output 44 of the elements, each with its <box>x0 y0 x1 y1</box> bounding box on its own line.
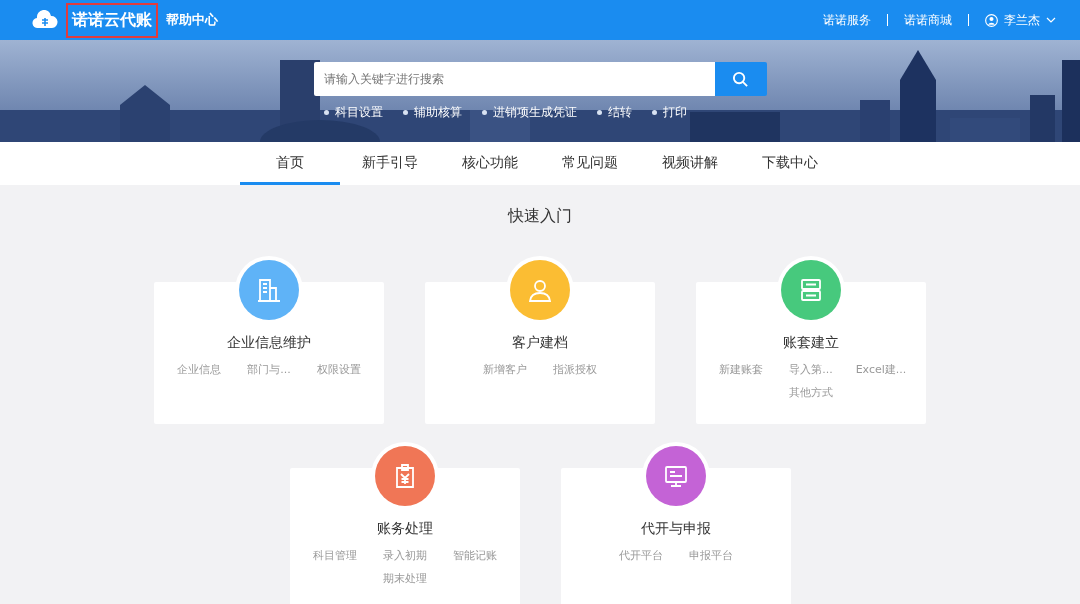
card-link[interactable]: 代开平台 <box>605 548 676 563</box>
nav-tab[interactable]: 下载中心 <box>740 142 840 185</box>
header-link[interactable]: 诺诺服务 <box>823 11 871 29</box>
user-menu[interactable]: 李兰杰 <box>1004 11 1040 29</box>
nav-tab[interactable]: 视频讲解 <box>640 142 740 185</box>
nav-tab[interactable]: 新手引导 <box>340 142 440 185</box>
quick-link[interactable]: 结转 <box>596 104 632 121</box>
card-link[interactable]: Excel建... <box>846 362 916 377</box>
card-title: 账套建立 <box>783 334 839 352</box>
card-link[interactable]: 部门与... <box>234 362 304 377</box>
card-link[interactable]: 其他方式 <box>776 385 846 400</box>
card-link[interactable]: 期末处理 <box>369 571 440 586</box>
card-link[interactable]: 新建账套 <box>706 362 776 377</box>
card-title: 企业信息维护 <box>227 334 311 352</box>
building-icon <box>255 276 283 304</box>
search-field[interactable]: 请输入关键字进行搜索 <box>313 62 715 96</box>
card-link[interactable]: 申报平台 <box>675 548 746 563</box>
card-link[interactable]: 权限设置 <box>304 362 374 377</box>
quick-link[interactable]: 打印 <box>651 104 687 121</box>
logo-text[interactable]: 诺诺云代账 <box>66 2 158 38</box>
help-center-title: 帮助中心 <box>166 11 218 29</box>
nav-tab[interactable]: 首页 <box>240 142 340 185</box>
section-title: 快速入门 <box>508 205 572 227</box>
header-link[interactable]: 诺诺商城 <box>904 11 952 29</box>
chevron-down-icon[interactable] <box>1046 17 1056 23</box>
search-button[interactable] <box>714 62 767 96</box>
card-title: 客户建档 <box>512 334 568 352</box>
card-link[interactable]: 录入初期 <box>369 548 440 563</box>
card-title: 代开与申报 <box>640 520 711 538</box>
card-link[interactable]: 智能记账 <box>439 548 510 563</box>
card-link[interactable]: 企业信息 <box>164 362 234 377</box>
card-title: 账务处理 <box>376 520 433 538</box>
quick-link[interactable]: 科目设置 <box>323 104 383 121</box>
quick-link[interactable]: 进销项生成凭证 <box>481 104 577 121</box>
cloud-logo-icon <box>32 10 58 30</box>
user-icon <box>985 13 998 27</box>
search-icon <box>732 70 749 88</box>
card-link[interactable]: 指派授权 <box>540 362 610 377</box>
card-link[interactable]: 导入第... <box>776 362 846 377</box>
nav-tab[interactable]: 常见问题 <box>540 142 640 185</box>
card-link[interactable]: 科目管理 <box>299 548 370 563</box>
card-link[interactable]: 新增客户 <box>470 362 540 377</box>
quick-link[interactable]: 辅助核算 <box>402 104 462 121</box>
nav-tab[interactable]: 核心功能 <box>440 142 540 185</box>
